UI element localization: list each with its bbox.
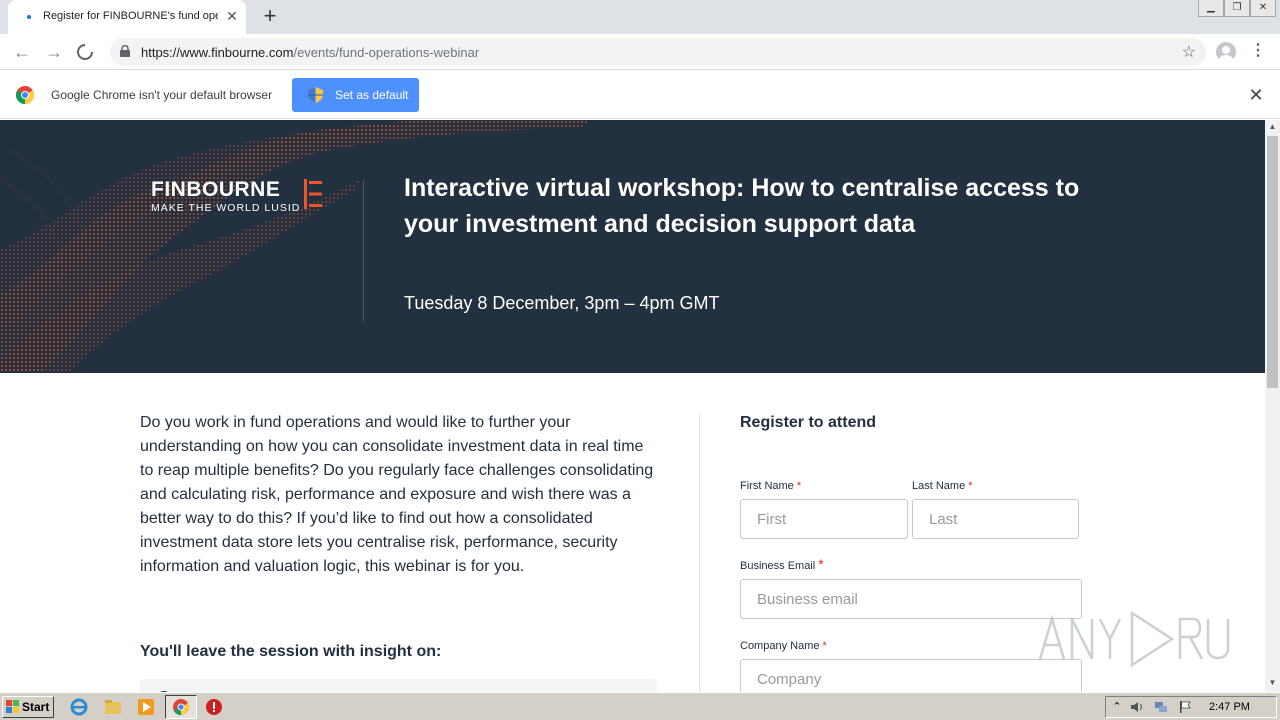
- start-button[interactable]: Start: [2, 696, 54, 718]
- reload-stop-icon[interactable]: [76, 43, 94, 61]
- watermark-logo: [1038, 610, 1230, 668]
- tab-strip: Register for FINBOURNE's fund operations…: [0, 0, 1280, 34]
- scrollbar-thumb[interactable]: [1267, 136, 1278, 388]
- restore-button[interactable]: ❐: [1224, 0, 1250, 17]
- stop-sign-icon[interactable]: [205, 698, 223, 716]
- window-controls: ▁ ❐ ✕: [1198, 0, 1276, 18]
- insight-list-item: [140, 679, 657, 692]
- taskbar-chrome-button[interactable]: [165, 695, 197, 719]
- company-name-input[interactable]: [740, 659, 1082, 692]
- browser-toolbar: ← → https://www.finbourne.com/events/fun…: [0, 34, 1280, 70]
- forward-icon[interactable]: →: [44, 42, 64, 62]
- brand-tagline: MAKE THE WORLD LUSID: [151, 202, 301, 214]
- start-label: Start: [22, 700, 50, 714]
- finbourne-logo[interactable]: FINBOURNE MAKE THE WORLD LUSID: [151, 178, 322, 214]
- page-viewport: FINBOURNE MAKE THE WORLD LUSID Interacti…: [0, 120, 1265, 692]
- uac-shield-icon: [308, 87, 323, 103]
- action-center-flag-icon[interactable]: [1178, 700, 1192, 714]
- required-marker: *: [818, 556, 824, 572]
- business-email-input[interactable]: [740, 579, 1082, 619]
- default-browser-infobar: Google Chrome isn't your default browser…: [0, 71, 1280, 119]
- form-heading: Register to attend: [740, 414, 877, 431]
- required-marker: *: [822, 640, 827, 652]
- business-email-label-text: Business Email: [740, 560, 816, 572]
- file-explorer-icon[interactable]: [104, 698, 122, 716]
- column-divider: [699, 414, 700, 692]
- wave-pattern-graphic: [0, 120, 590, 373]
- tab-title: Register for FINBOURNE's fund operations…: [43, 10, 218, 22]
- profile-avatar-icon[interactable]: [1216, 42, 1236, 62]
- required-marker: *: [796, 480, 802, 492]
- event-description: Do you work in fund operations and would…: [140, 411, 660, 692]
- close-window-button[interactable]: ✕: [1250, 0, 1276, 17]
- chrome-menu-icon[interactable]: ⋮: [1250, 41, 1266, 61]
- chrome-icon: [173, 699, 190, 716]
- chrome-logo-icon: [16, 86, 34, 104]
- taskbar-clock[interactable]: 2:47 PM: [1209, 701, 1250, 713]
- windows-taskbar: Start ⌃ 2:47 PM: [0, 692, 1280, 720]
- set-as-default-label: Set as default: [335, 88, 409, 102]
- hero-banner: FINBOURNE MAKE THE WORLD LUSID Interacti…: [0, 120, 1265, 373]
- show-hidden-icons-icon[interactable]: ⌃: [1110, 700, 1124, 714]
- bookmark-star-icon[interactable]: ☆: [1182, 42, 1196, 62]
- brand-name: FINBOURNE: [151, 178, 281, 201]
- url-text: https://www.finbourne.com/events/fund-op…: [141, 45, 479, 60]
- hero-divider: [363, 180, 364, 322]
- loading-spinner-icon: [27, 15, 31, 19]
- url-host: https://www.finbourne.com: [141, 45, 294, 60]
- event-date: Tuesday 8 December, 3pm – 4pm GMT: [404, 293, 720, 313]
- page-scrollbar[interactable]: ▲ ▼: [1265, 120, 1280, 692]
- close-tab-icon[interactable]: ✕: [224, 8, 240, 24]
- lock-icon: [120, 45, 130, 57]
- page-title: Interactive virtual workshop: How to cen…: [404, 174, 1080, 238]
- required-marker: *: [968, 480, 973, 492]
- scroll-down-arrow-icon[interactable]: ▼: [1267, 678, 1278, 687]
- media-player-icon[interactable]: [137, 698, 155, 716]
- volume-icon[interactable]: [1130, 700, 1144, 714]
- system-tray: ⌃ 2:47 PM: [1105, 696, 1277, 718]
- company-name-label: Company Name *: [740, 640, 827, 652]
- business-email-label: Business Email *: [740, 556, 824, 576]
- first-name-label-text: First Name: [740, 480, 794, 492]
- first-name-label: First Name *: [740, 480, 801, 492]
- company-name-label-text: Company Name: [740, 640, 820, 652]
- network-icon[interactable]: [1154, 700, 1168, 714]
- internet-explorer-icon[interactable]: [70, 698, 88, 716]
- insight-heading: You'll leave the session with insight on…: [140, 643, 442, 660]
- browser-tab[interactable]: Register for FINBOURNE's fund operations…: [8, 0, 246, 34]
- last-name-label-text: Last Name: [912, 480, 966, 492]
- intro-paragraph: Do you work in fund operations and would…: [140, 414, 654, 575]
- first-name-input[interactable]: [740, 499, 908, 539]
- brand-mark-icon: [304, 179, 322, 209]
- close-infobar-icon[interactable]: ✕: [1246, 84, 1266, 106]
- scroll-up-arrow-icon[interactable]: ▲: [1267, 122, 1278, 131]
- last-name-label: Last Name *: [912, 480, 973, 492]
- url-path: /events/fund-operations-webinar: [293, 45, 480, 60]
- minimize-button[interactable]: ▁: [1198, 0, 1224, 17]
- last-name-input[interactable]: [912, 499, 1079, 539]
- windows-flag-icon: [6, 700, 19, 713]
- registration-form: Register to attend First Name * Last Nam…: [740, 414, 1100, 692]
- back-icon[interactable]: ←: [12, 42, 32, 62]
- address-bar[interactable]: https://www.finbourne.com/events/fund-op…: [110, 38, 1206, 66]
- infobar-message: Google Chrome isn't your default browser: [51, 88, 273, 102]
- new-tab-button[interactable]: +: [258, 4, 282, 28]
- set-as-default-button[interactable]: Set as default: [292, 78, 419, 112]
